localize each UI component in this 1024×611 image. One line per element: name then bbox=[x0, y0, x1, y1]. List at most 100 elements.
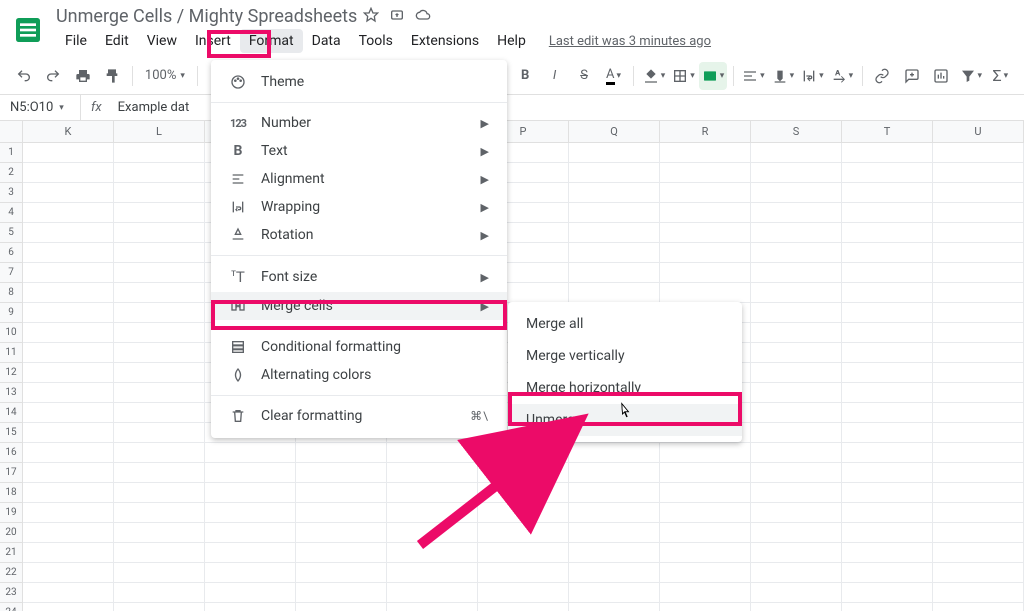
grid-cell[interactable] bbox=[23, 463, 114, 483]
last-edit-link[interactable]: Last edit was 3 minutes ago bbox=[549, 34, 711, 49]
grid-cell[interactable] bbox=[569, 163, 660, 183]
grid-cell[interactable] bbox=[569, 203, 660, 223]
grid-cell[interactable] bbox=[205, 563, 296, 583]
grid-cell[interactable] bbox=[933, 563, 1024, 583]
grid-cell[interactable] bbox=[114, 503, 205, 523]
grid-cell[interactable] bbox=[205, 483, 296, 503]
grid-cell[interactable] bbox=[23, 263, 114, 283]
grid-cell[interactable] bbox=[842, 503, 933, 523]
grid-cell[interactable] bbox=[23, 563, 114, 583]
format-menu-alignment[interactable]: Alignment▶ bbox=[211, 165, 507, 193]
fill-color-button[interactable] bbox=[640, 62, 667, 90]
grid-cell[interactable] bbox=[205, 583, 296, 603]
grid-cell[interactable] bbox=[296, 463, 387, 483]
grid-cell[interactable] bbox=[933, 583, 1024, 603]
grid-cell[interactable] bbox=[478, 583, 569, 603]
grid-cell[interactable] bbox=[114, 363, 205, 383]
grid-cell[interactable] bbox=[23, 283, 114, 303]
grid-cell[interactable] bbox=[751, 363, 842, 383]
insert-chart-button[interactable] bbox=[928, 62, 955, 90]
grid-cell[interactable] bbox=[842, 583, 933, 603]
print-button[interactable] bbox=[69, 62, 96, 90]
grid-cell[interactable] bbox=[842, 323, 933, 343]
grid-cell[interactable] bbox=[842, 543, 933, 563]
format-menu-text[interactable]: BText▶ bbox=[211, 137, 507, 165]
grid-cell[interactable] bbox=[569, 183, 660, 203]
grid-cell[interactable] bbox=[387, 583, 478, 603]
grid-cell[interactable] bbox=[296, 503, 387, 523]
grid-cell[interactable] bbox=[660, 543, 751, 563]
grid-cell[interactable] bbox=[842, 423, 933, 443]
star-icon[interactable] bbox=[363, 7, 379, 27]
grid-cell[interactable] bbox=[933, 423, 1024, 443]
menu-file[interactable]: File bbox=[56, 29, 96, 53]
grid-cell[interactable] bbox=[933, 363, 1024, 383]
grid-cell[interactable] bbox=[842, 563, 933, 583]
row-header[interactable]: 6 bbox=[0, 243, 23, 263]
grid-cell[interactable] bbox=[114, 243, 205, 263]
menu-insert[interactable]: Insert bbox=[186, 29, 240, 53]
grid-cell[interactable] bbox=[933, 543, 1024, 563]
grid-cell[interactable] bbox=[478, 563, 569, 583]
grid-cell[interactable] bbox=[751, 603, 842, 611]
grid-cell[interactable] bbox=[933, 463, 1024, 483]
grid-cell[interactable] bbox=[751, 243, 842, 263]
menu-view[interactable]: View bbox=[138, 29, 186, 53]
grid-cell[interactable] bbox=[660, 503, 751, 523]
merge-submenu-unmerge[interactable]: Unmerge bbox=[508, 404, 742, 436]
formula-bar[interactable]: Example dat bbox=[112, 100, 190, 115]
grid-cell[interactable] bbox=[751, 383, 842, 403]
format-menu-alternating-colors[interactable]: Alternating colors bbox=[211, 361, 507, 389]
functions-button[interactable]: Σ bbox=[987, 62, 1014, 90]
column-header[interactable]: Q bbox=[569, 121, 660, 142]
grid-cell[interactable] bbox=[751, 303, 842, 323]
row-header[interactable]: 11 bbox=[0, 343, 23, 363]
grid-cell[interactable] bbox=[296, 563, 387, 583]
grid-cell[interactable] bbox=[842, 163, 933, 183]
grid-cell[interactable] bbox=[205, 603, 296, 611]
row-header[interactable]: 1 bbox=[0, 143, 23, 163]
grid-cell[interactable] bbox=[23, 503, 114, 523]
grid-cell[interactable] bbox=[114, 203, 205, 223]
grid-cell[interactable] bbox=[114, 303, 205, 323]
merge-submenu-merge-all[interactable]: Merge all bbox=[508, 308, 742, 340]
sheets-app-icon[interactable] bbox=[10, 12, 46, 48]
grid-cell[interactable] bbox=[387, 503, 478, 523]
grid-cell[interactable] bbox=[23, 183, 114, 203]
grid-cell[interactable] bbox=[114, 383, 205, 403]
cloud-status-icon[interactable] bbox=[415, 7, 431, 27]
row-header[interactable]: 4 bbox=[0, 203, 23, 223]
format-menu-theme[interactable]: Theme bbox=[211, 68, 507, 96]
grid-cell[interactable] bbox=[387, 443, 478, 463]
grid-cell[interactable] bbox=[933, 403, 1024, 423]
grid-cell[interactable] bbox=[569, 283, 660, 303]
zoom-select[interactable]: 100%▾ bbox=[139, 68, 191, 83]
column-header[interactable]: K bbox=[23, 121, 114, 142]
grid-cell[interactable] bbox=[842, 143, 933, 163]
grid-cell[interactable] bbox=[114, 603, 205, 611]
grid-cell[interactable] bbox=[23, 323, 114, 343]
grid-cell[interactable] bbox=[569, 523, 660, 543]
grid-cell[interactable] bbox=[751, 503, 842, 523]
row-header[interactable]: 22 bbox=[0, 563, 23, 583]
grid-cell[interactable] bbox=[933, 343, 1024, 363]
grid-cell[interactable] bbox=[842, 223, 933, 243]
grid-cell[interactable] bbox=[842, 283, 933, 303]
filter-button[interactable] bbox=[957, 62, 984, 90]
grid-cell[interactable] bbox=[23, 583, 114, 603]
grid-cell[interactable] bbox=[23, 483, 114, 503]
grid-cell[interactable] bbox=[660, 143, 751, 163]
italic-button[interactable]: I bbox=[541, 62, 568, 90]
grid-cell[interactable] bbox=[933, 163, 1024, 183]
grid-cell[interactable] bbox=[842, 383, 933, 403]
merge-submenu-merge-horizontally[interactable]: Merge horizontally bbox=[508, 372, 742, 404]
grid-cell[interactable] bbox=[660, 223, 751, 243]
grid-cell[interactable] bbox=[933, 183, 1024, 203]
grid-cell[interactable] bbox=[23, 543, 114, 563]
grid-cell[interactable] bbox=[23, 363, 114, 383]
grid-cell[interactable] bbox=[205, 543, 296, 563]
grid-cell[interactable] bbox=[569, 543, 660, 563]
grid-cell[interactable] bbox=[569, 563, 660, 583]
grid-cell[interactable] bbox=[114, 423, 205, 443]
row-header[interactable]: 23 bbox=[0, 583, 23, 603]
